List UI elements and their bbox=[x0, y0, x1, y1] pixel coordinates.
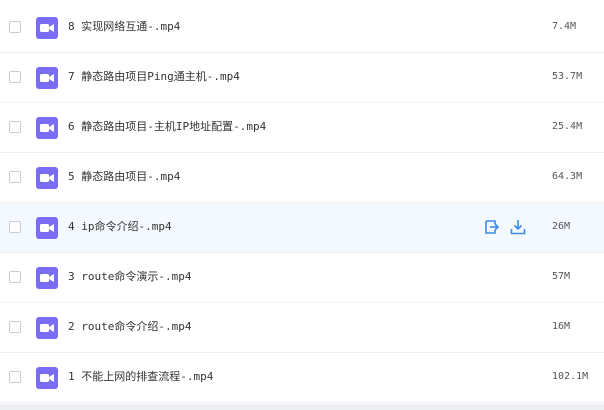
file-row[interactable]: 3 route命令演示-.mp4 57M bbox=[0, 253, 604, 303]
move-to-icon[interactable] bbox=[484, 219, 500, 235]
file-name[interactable]: 7 静态路由项目Ping通主机-.mp4 bbox=[68, 70, 240, 84]
video-file-icon bbox=[36, 217, 58, 239]
download-icon[interactable] bbox=[510, 219, 526, 235]
file-size: 57M bbox=[552, 271, 571, 282]
file-size: 102.1M bbox=[552, 371, 589, 382]
file-name[interactable]: 8 实现网络互通-.mp4 bbox=[68, 20, 180, 34]
video-file-icon bbox=[36, 117, 58, 139]
file-size: 64.3M bbox=[552, 171, 583, 182]
file-size: 53.7M bbox=[552, 71, 583, 82]
file-name[interactable]: 3 route命令演示-.mp4 bbox=[68, 270, 191, 284]
file-row[interactable]: 1 不能上网的排查流程-.mp4 102.1M bbox=[0, 353, 604, 403]
horizontal-scrollbar[interactable] bbox=[0, 404, 604, 410]
file-name[interactable]: 1 不能上网的排查流程-.mp4 bbox=[68, 370, 213, 384]
file-size: 7.4M bbox=[552, 21, 577, 32]
video-file-icon bbox=[36, 317, 58, 339]
file-size: 26M bbox=[552, 221, 571, 232]
row-checkbox[interactable] bbox=[9, 121, 21, 133]
file-name[interactable]: 6 静态路由项目-主机IP地址配置-.mp4 bbox=[68, 120, 266, 134]
video-file-icon bbox=[36, 267, 58, 289]
file-row[interactable]: 7 静态路由项目Ping通主机-.mp4 53.7M bbox=[0, 53, 604, 103]
row-checkbox[interactable] bbox=[9, 321, 21, 333]
file-name[interactable]: 5 静态路由项目-.mp4 bbox=[68, 170, 180, 184]
file-name[interactable]: 2 route命令介绍-.mp4 bbox=[68, 320, 191, 334]
file-row[interactable]: 5 静态路由项目-.mp4 64.3M bbox=[0, 153, 604, 203]
file-list: 8 实现网络互通-.mp4 7.4M 7 静态路由项目Ping通主机-.mp4 … bbox=[0, 0, 604, 410]
row-checkbox[interactable] bbox=[9, 171, 21, 183]
video-file-icon bbox=[36, 17, 58, 39]
file-row[interactable]: 8 实现网络互通-.mp4 7.4M bbox=[0, 3, 604, 53]
video-file-icon bbox=[36, 367, 58, 389]
file-size: 25.4M bbox=[552, 121, 583, 132]
file-row[interactable]: 2 route命令介绍-.mp4 16M bbox=[0, 303, 604, 353]
video-file-icon bbox=[36, 67, 58, 89]
file-size: 16M bbox=[552, 321, 571, 332]
file-row[interactable]: 6 静态路由项目-主机IP地址配置-.mp4 25.4M bbox=[0, 103, 604, 153]
video-file-icon bbox=[36, 167, 58, 189]
row-checkbox[interactable] bbox=[9, 371, 21, 383]
row-checkbox[interactable] bbox=[9, 271, 21, 283]
row-checkbox[interactable] bbox=[9, 71, 21, 83]
file-row[interactable]: 4 ip命令介绍-.mp4 26M bbox=[0, 203, 604, 253]
row-checkbox[interactable] bbox=[9, 21, 21, 33]
row-checkbox[interactable] bbox=[9, 221, 21, 233]
file-name[interactable]: 4 ip命令介绍-.mp4 bbox=[68, 220, 172, 234]
